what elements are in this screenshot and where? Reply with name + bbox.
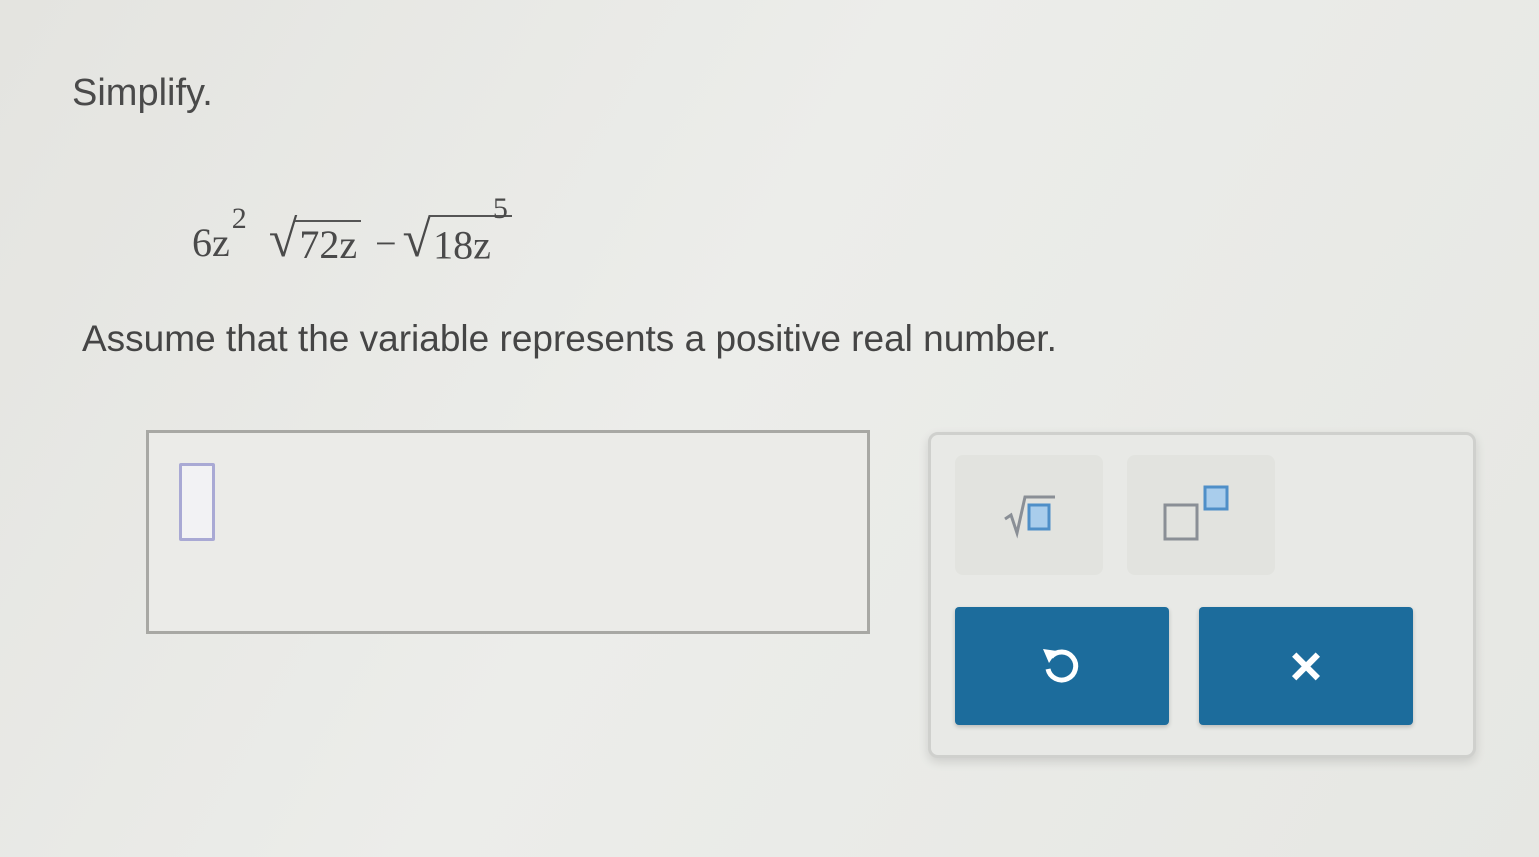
- radical-sign-icon: √: [402, 211, 432, 268]
- answer-input[interactable]: [146, 430, 870, 634]
- math-expression: 6z 2 √ 72z − √ 18z5: [192, 176, 512, 266]
- answer-cursor-slot[interactable]: [179, 463, 215, 541]
- sqrt-template-button[interactable]: [955, 455, 1103, 575]
- first-radicand: 72z: [295, 220, 362, 266]
- undo-icon: [1043, 649, 1079, 683]
- exponent-template-button[interactable]: [1127, 455, 1275, 575]
- coefficient: 6z: [192, 220, 230, 265]
- instructions-text: Assume that the variable represents a po…: [82, 318, 1057, 359]
- first-radical: √ 72z: [268, 211, 362, 268]
- second-radical: √ 18z5: [402, 192, 512, 268]
- second-radicand-exponent: 5: [492, 191, 508, 225]
- radical-sign-icon: √: [268, 211, 298, 268]
- sqrt-template-icon: [1004, 495, 1055, 539]
- second-radicand: 18z5: [429, 192, 512, 267]
- close-icon: ×: [1289, 634, 1323, 697]
- coefficient-term: 6z 2: [192, 202, 247, 266]
- second-radicand-base: 18z: [433, 222, 491, 267]
- coefficient-exponent: 2: [231, 202, 247, 235]
- minus-operator: −: [375, 223, 397, 265]
- prompt-text: Simplify.: [72, 72, 213, 114]
- exponent-template-icon: [1163, 485, 1229, 541]
- math-keypad: ×: [928, 432, 1476, 758]
- clear-button[interactable]: ×: [1199, 607, 1413, 725]
- undo-button[interactable]: [955, 607, 1169, 725]
